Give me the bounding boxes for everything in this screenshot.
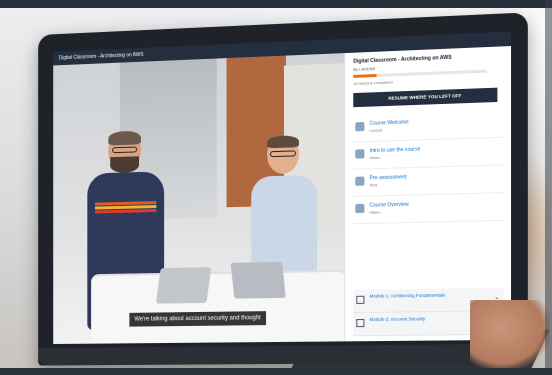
video-player[interactable]: We're talking about account security and… xyxy=(53,53,344,344)
module-title: Module 1: Architecting Fundamentals xyxy=(370,292,473,299)
top-frame xyxy=(0,0,552,8)
lesson-title: Course Overview xyxy=(370,202,409,209)
presenter-left-beard xyxy=(110,156,139,173)
glasses xyxy=(270,150,296,157)
right-frame xyxy=(545,0,552,375)
laptop-base xyxy=(38,344,528,366)
lesson-icon xyxy=(355,204,364,213)
course-title: Digital Classroom - Architecting on AWS xyxy=(353,55,451,65)
lesson-icon xyxy=(355,177,364,186)
laptop-screen: Digital Classroom - Architecting on AWS xyxy=(53,32,511,344)
lesson-title: Course Welcome xyxy=(370,119,409,126)
lesson-type: Video xyxy=(370,209,380,214)
presenter-left-hair xyxy=(108,131,141,146)
lesson-title: Pre-assessment xyxy=(370,174,407,181)
lesson-icon xyxy=(355,149,364,158)
glasses xyxy=(112,147,137,154)
desk-laptop-right xyxy=(231,262,286,299)
lesson-type: Test xyxy=(370,182,377,187)
lesson-item[interactable]: Intro to use the course Video xyxy=(353,138,503,170)
lesson-item[interactable]: Pre-assessment Test xyxy=(353,165,503,197)
course-progress-fill xyxy=(353,74,377,78)
module-icon xyxy=(356,296,364,304)
course-author: By LADEEB xyxy=(353,66,375,72)
topbar-title: Digital Classroom - Architecting on AWS xyxy=(59,52,144,62)
progress-text: 16 lessons completed xyxy=(353,79,392,86)
desk-laptop-left xyxy=(156,267,212,303)
video-caption: We're talking about account security and… xyxy=(129,311,266,326)
resume-button[interactable]: RESUME WHERE YOU LEFT OFF xyxy=(353,88,497,108)
bottom-frame xyxy=(0,368,552,375)
studio-desk xyxy=(91,270,344,344)
module-icon xyxy=(356,319,364,327)
laptop: Digital Classroom - Architecting on AWS xyxy=(38,12,528,365)
lesson-item[interactable]: Course Overview Video xyxy=(353,193,503,224)
lesson-type: Video xyxy=(370,155,380,160)
hand xyxy=(470,300,550,370)
lesson-icon xyxy=(355,122,364,131)
presenter-right-hair xyxy=(267,135,299,148)
course-panel: Digital Classroom - Architecting on AWS … xyxy=(344,46,511,341)
lesson-type: Lesson xyxy=(370,127,383,132)
lesson-title: Intro to use the course xyxy=(370,146,421,154)
module-title: Module 2: Account Security xyxy=(370,316,473,322)
